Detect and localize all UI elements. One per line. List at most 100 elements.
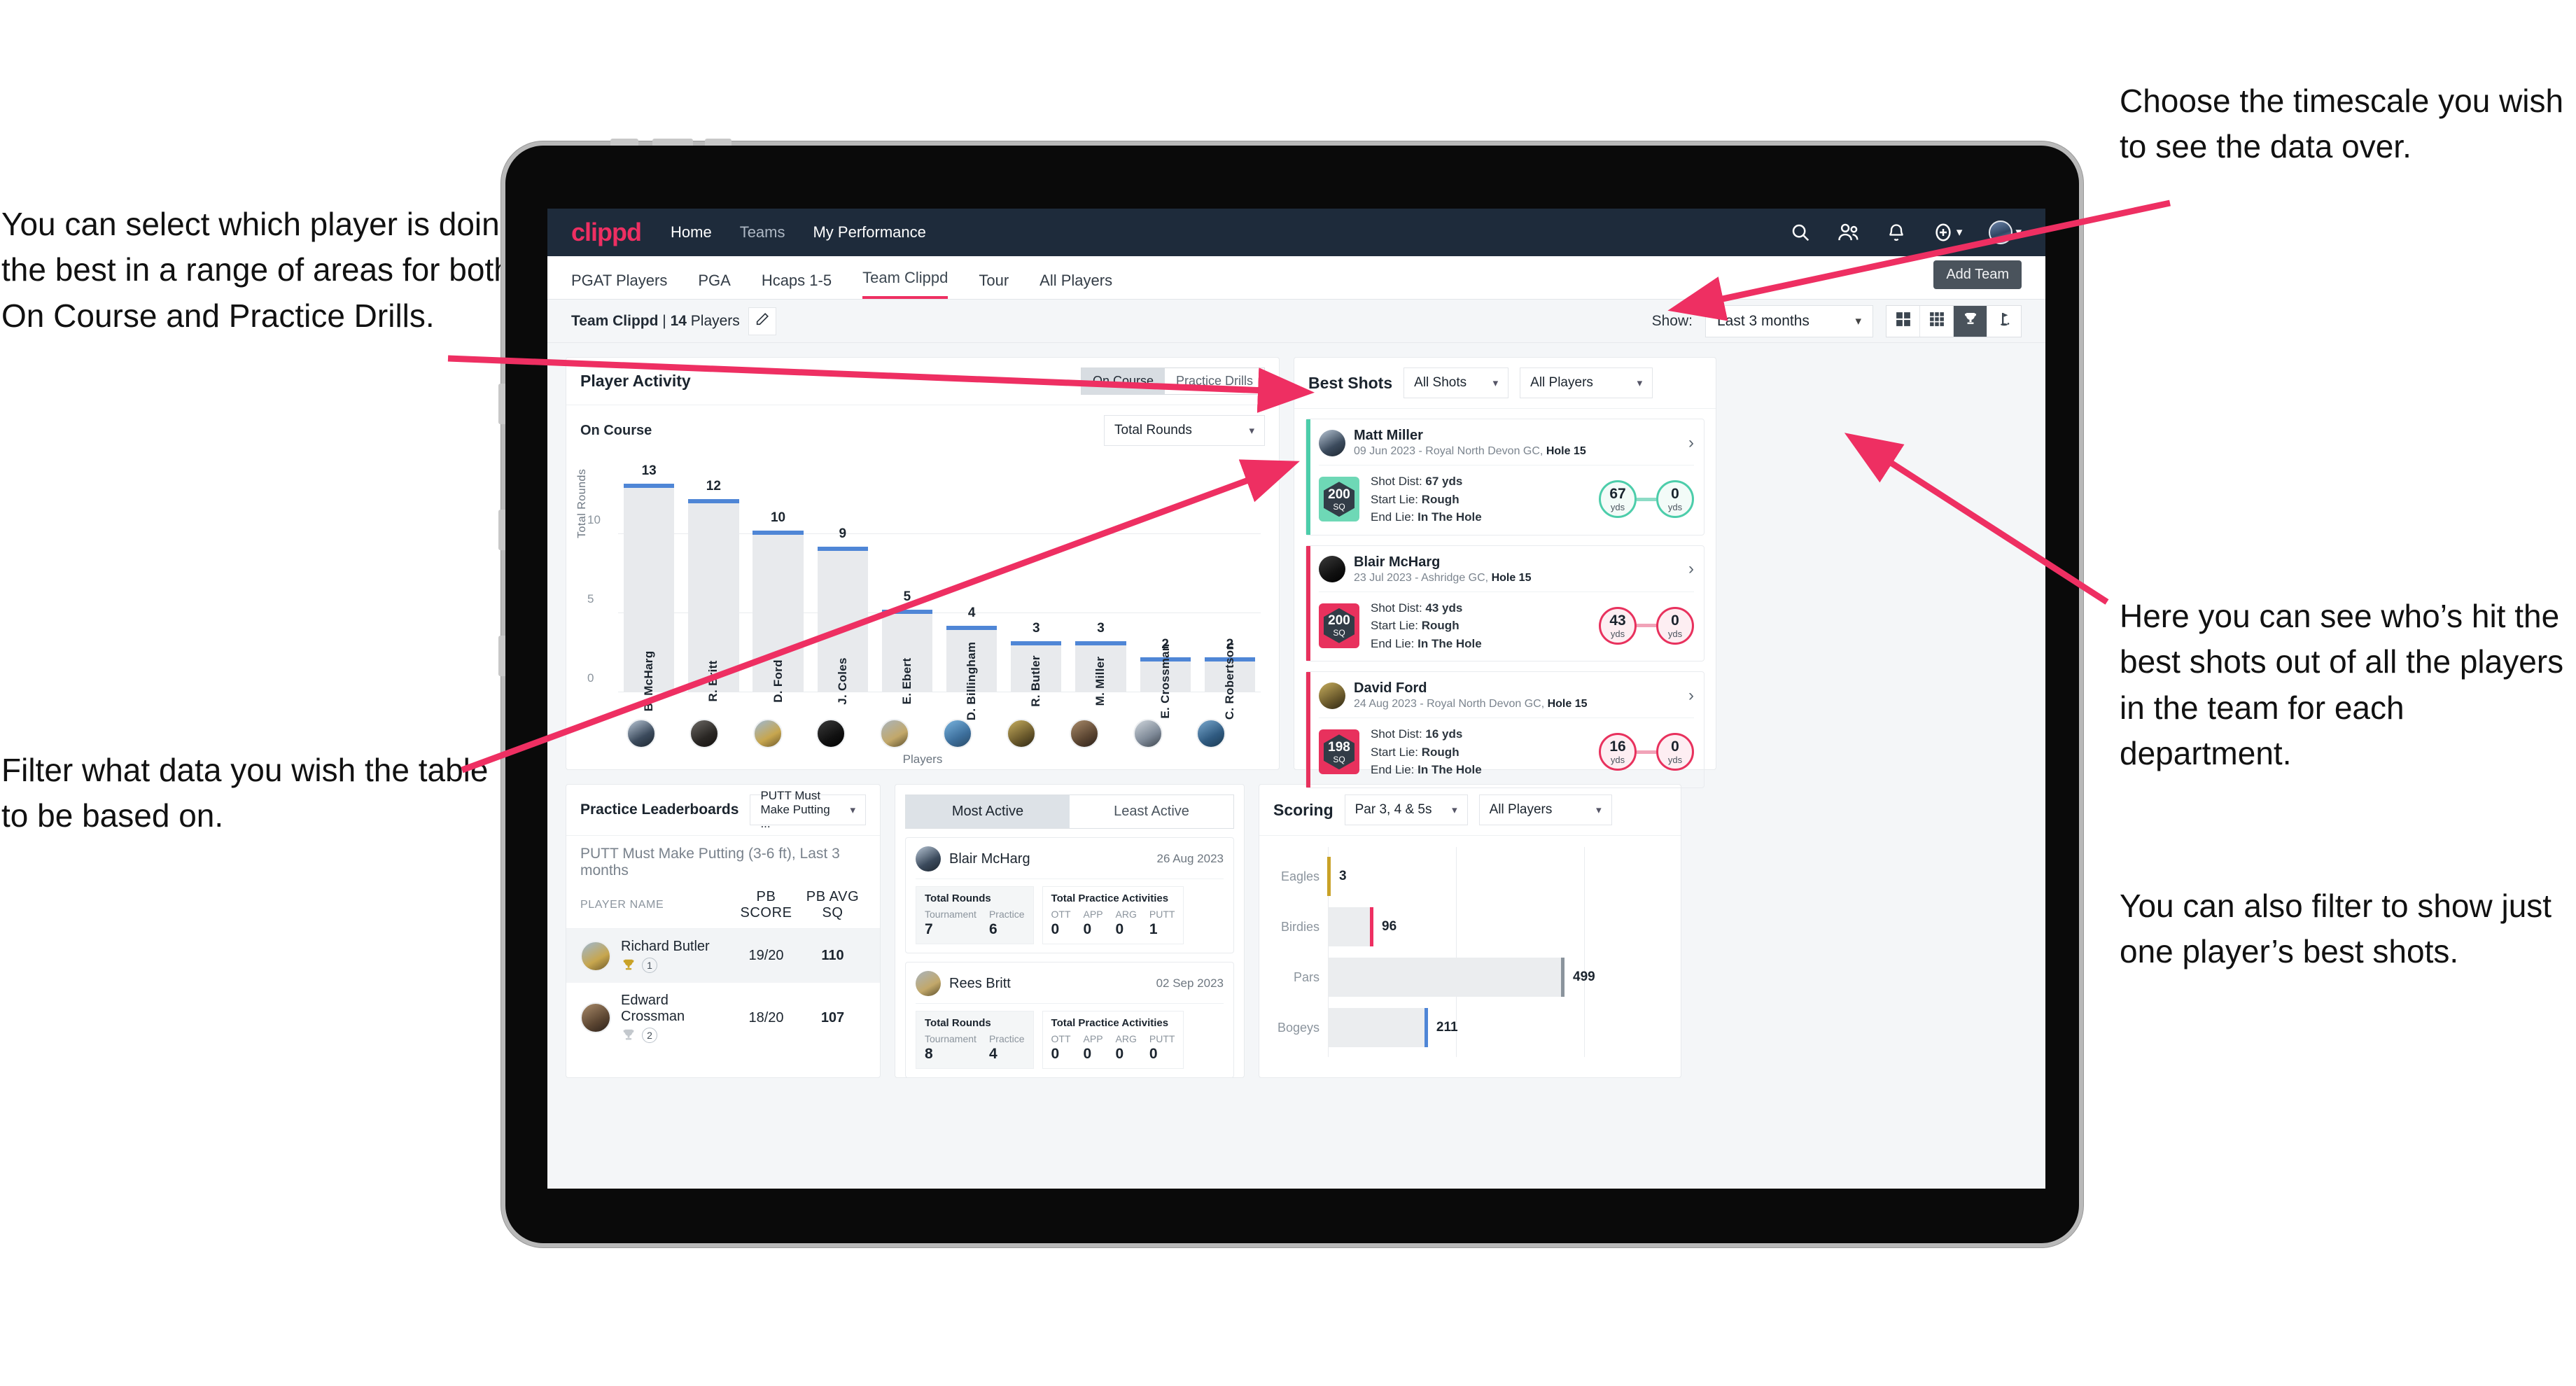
tab-pga[interactable]: PGA [698, 272, 730, 299]
view-golf-flag-button[interactable] [1987, 306, 2021, 337]
tab-all-players[interactable]: All Players [1040, 272, 1112, 299]
activity-player-card[interactable]: Blair McHarg 26 Aug 2023 Total Rounds Tourn… [905, 837, 1234, 953]
scoring-player-select[interactable]: All Players ▾ [1478, 794, 1612, 825]
scoring-header: Scoring Par 3, 4 & 5s ▾ All Players ▾ [1259, 785, 1681, 836]
clippd-logo[interactable]: clippd [571, 218, 642, 247]
people-icon[interactable] [1837, 222, 1860, 243]
player-avatar[interactable] [752, 719, 783, 748]
table-row[interactable]: Richard Butler 1 19/20 110 [566, 929, 880, 983]
chevron-right-icon[interactable]: › [1688, 433, 1694, 453]
bar-column[interactable]: 10 D. Ford [752, 471, 804, 703]
best-shots-header: Best Shots All Shots ▾ All Players ▾ [1294, 358, 1716, 409]
badge-value: 200 [1328, 613, 1350, 629]
drill-select[interactable]: PUTT Must Make Putting ... ▾ [750, 789, 866, 830]
bar-column[interactable]: 12 R. Britt [688, 471, 739, 702]
view-trophy-button[interactable] [1954, 305, 1987, 337]
nav-link-teams[interactable]: Teams [740, 223, 785, 241]
nav-link-home[interactable]: Home [671, 223, 712, 241]
avatar [1319, 682, 1345, 709]
practice-leaderboards-card: Practice Leaderboards PUTT Must Make Put… [566, 784, 881, 1078]
player-avatar[interactable] [690, 719, 720, 748]
stat-cell: APP 0 [1084, 1033, 1103, 1063]
tab-tour[interactable]: Tour [979, 272, 1009, 299]
player-avatar[interactable] [879, 719, 909, 748]
nav-icon-group: ▾ ▾ [1790, 220, 2022, 244]
tab-team-clippd[interactable]: Team Clippd [862, 269, 948, 299]
best-shots-player-select[interactable]: All Players ▾ [1520, 368, 1653, 398]
player-activity-header: Player Activity On Course Practice Drill… [566, 358, 1279, 405]
segment-practice-drills[interactable]: Practice Drills [1165, 368, 1264, 394]
y-tick-0: 0 [587, 671, 594, 685]
timescale-select[interactable]: Last 3 months ▾ [1705, 304, 1873, 337]
divider [916, 1003, 1224, 1004]
bar-label: B. McHarg [642, 650, 656, 712]
bar-column[interactable]: 5 E. Ebert [881, 471, 933, 704]
scoring-category-label: Eagles [1280, 869, 1320, 883]
view-grid-2x2-button[interactable] [1886, 305, 1920, 337]
bar-column[interactable]: 3 M. Miller [1075, 471, 1126, 706]
activity-player-card[interactable]: Rees Britt 02 Sep 2023 Total Rounds Tournam… [905, 962, 1234, 1078]
avatar-image [1989, 220, 2013, 244]
player-avatar[interactable] [943, 719, 973, 748]
grid-2x2-icon [1896, 312, 1911, 330]
end-lie-line: End Lie: In The Hole [1371, 510, 1482, 524]
total-rounds-title: Total Rounds [925, 1017, 991, 1029]
bar-column[interactable]: 13 B. McHarg [624, 463, 675, 711]
scoring-category-label: Pars [1293, 969, 1320, 984]
device-side-button-2 [498, 510, 505, 550]
chevron-right-icon[interactable]: › [1688, 559, 1694, 579]
nav-link-my-performance[interactable]: My Performance [813, 223, 925, 241]
avatar[interactable]: ▾ [1989, 220, 2022, 244]
player-avatar[interactable] [1133, 719, 1163, 748]
bar-value: 9 [839, 526, 847, 541]
table-row[interactable]: Edward Crossman 2 18/20 107 [566, 983, 880, 1053]
best-shots-title: Best Shots [1308, 373, 1393, 392]
badge-unit: SQ [1333, 501, 1345, 512]
player-avatar[interactable] [1006, 719, 1036, 748]
best-shot-card[interactable]: Blair McHarg 23 Jul 2023 - Ashridge GC, H… [1306, 545, 1704, 662]
segment-on-course[interactable]: On Course [1081, 368, 1165, 394]
bar-column[interactable]: 4 D. Billingham [946, 471, 997, 720]
tab-hcaps-1-5[interactable]: Hcaps 1-5 [762, 272, 832, 299]
tab-most-active[interactable]: Most Active [906, 795, 1070, 828]
player-avatar[interactable] [816, 719, 846, 748]
bar-column[interactable]: 2 E. Crossman [1140, 471, 1191, 719]
player-avatar[interactable] [1196, 719, 1226, 748]
tab-least-active[interactable]: Least Active [1070, 795, 1233, 828]
player-activity-title: Player Activity [580, 372, 691, 390]
avatar [1319, 429, 1345, 456]
bar-column[interactable]: 2 C. Robertson [1204, 471, 1256, 720]
player-avatar[interactable] [626, 719, 656, 748]
shot-start-distance: 43 yds [1599, 606, 1637, 645]
chevron-down-icon: ▾ [1596, 804, 1602, 816]
row-pb-score: 19/20 [748, 948, 784, 963]
activity-player-name: Rees Britt [949, 975, 1011, 991]
edit-team-button[interactable] [748, 307, 776, 335]
view-grid-3x3-button[interactable] [1920, 305, 1954, 337]
scoring-player-value: All Players [1489, 802, 1553, 817]
bell-icon[interactable] [1886, 222, 1906, 243]
tab-pgat-players[interactable]: PGAT Players [571, 272, 667, 299]
bar-column[interactable]: 3 R. Butler [1011, 471, 1062, 707]
bar: C. Robertson [1204, 643, 1256, 720]
metric-select[interactable]: Total Rounds ▾ [1104, 415, 1265, 446]
search-icon[interactable] [1790, 222, 1811, 243]
best-shot-card[interactable]: David Ford 24 Aug 2023 - Royal North Devo… [1306, 671, 1704, 788]
team-name: Team Clippd [571, 312, 659, 329]
best-shot-header: David Ford 24 Aug 2023 - Royal North Devo… [1319, 680, 1694, 710]
par-filter-select[interactable]: Par 3, 4 & 5s ▾ [1344, 794, 1468, 825]
stat-key: Tournament [925, 909, 976, 920]
bar-label: E. Crossman [1158, 643, 1172, 719]
shot-type-select[interactable]: All Shots ▾ [1404, 368, 1509, 398]
best-shot-card[interactable]: Matt Miller 09 Jun 2023 - Royal North Dev… [1306, 419, 1704, 536]
app-screen: clippd Home Teams My Performance ▾ ▾ PGA… [547, 209, 2045, 1189]
dashboard-content: Player Activity On Course Practice Drill… [547, 343, 2045, 1092]
start-distance-unit: yds [1610, 755, 1625, 766]
best-shot-body: 198 SQ Shot Dist: 16 yds Start Lie: Rough En… [1319, 725, 1694, 779]
bar-column[interactable]: 9 J. Coles [817, 471, 868, 705]
bar-label: M. Miller [1093, 656, 1107, 706]
plus-circle-icon[interactable]: ▾ [1933, 222, 1962, 243]
player-avatar[interactable] [1070, 719, 1100, 748]
activity-stats: Total Rounds Tournament 7 Practice 6 Total Pr… [916, 886, 1224, 944]
chevron-right-icon[interactable]: › [1688, 686, 1694, 706]
